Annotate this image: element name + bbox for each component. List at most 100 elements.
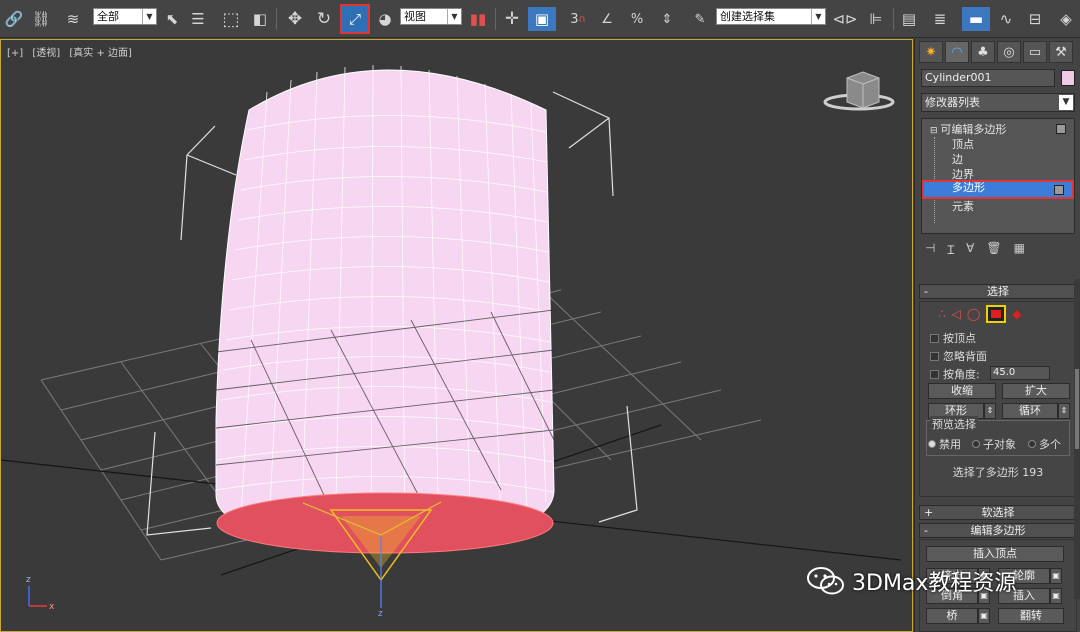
watermark: 3DMax教程资源 — [806, 565, 1016, 597]
reference-coordinate-dropdown[interactable]: 视图 ▼ — [400, 8, 462, 25]
spinner-snap-icon[interactable]: ⇕ — [654, 7, 680, 31]
command-panel-scrollbar[interactable] — [1074, 279, 1080, 599]
snaps-toggle-icon[interactable]: 3 ∩ — [565, 7, 591, 31]
align-icon[interactable]: ⊫ — [864, 7, 888, 31]
scale-icon[interactable]: ⤢ — [340, 4, 370, 34]
pivot-center-icon[interactable]: ▮▮ — [466, 7, 490, 31]
link-icon[interactable]: 🔗 — [3, 7, 25, 31]
move-icon[interactable]: ✥ — [283, 7, 307, 31]
inset-settings-icon[interactable]: ▣ — [1050, 588, 1062, 604]
modify-tab-icon[interactable]: ◠ — [945, 41, 969, 63]
ignore-backfacing-checkbox[interactable]: 忽略背面 — [930, 348, 987, 364]
unlink-icon[interactable]: ⛓ — [30, 7, 52, 31]
stack-item-toggle[interactable] — [1056, 124, 1066, 134]
axis-x-label: x — [49, 602, 55, 612]
bridge-button[interactable]: 桥 — [926, 608, 978, 624]
grow-button[interactable]: 扩大 — [1002, 383, 1070, 399]
layer-manager-icon[interactable]: ≣ — [928, 7, 952, 31]
object-name-field[interactable]: Cylinder001 — [921, 69, 1055, 87]
border-level-icon[interactable]: ◯ — [967, 307, 980, 321]
angle-snap-icon[interactable]: ∠ — [594, 7, 620, 31]
command-panel: ✷ ◠ ♣ ◎ ▭ ⚒ Cylinder001 修改器列表 ▼ ⊟ 可编辑多边形 … — [914, 39, 1080, 632]
rotate-icon[interactable]: ↻ — [313, 7, 335, 31]
selected-bottom-polygon[interactable] — [216, 492, 554, 582]
loop-button[interactable]: 循环 — [1002, 403, 1058, 419]
percent-snap-icon[interactable]: % — [624, 7, 650, 31]
bind-spacewarp-icon[interactable]: ≋ — [60, 7, 86, 31]
curve-editor-icon[interactable]: ∿ — [994, 7, 1018, 31]
hierarchy-tab-icon[interactable]: ♣ — [971, 41, 995, 63]
edit-named-selection-icon[interactable]: ✎ — [688, 7, 712, 31]
mirror-icon[interactable]: ⊲⊳ — [832, 7, 857, 31]
named-selection-sets-dropdown[interactable]: 创建选择集 ▼ — [716, 8, 826, 25]
pin-stack-icon[interactable]: ⊣ — [925, 241, 935, 259]
subobject-level-icons: ∴ ◁ ◯ ◆ — [938, 305, 1022, 323]
ribbon-toggle-icon[interactable]: ▬ — [962, 7, 990, 31]
command-panel-tabs: ✷ ◠ ♣ ◎ ▭ ⚒ — [919, 41, 1073, 63]
perspective-viewport[interactable]: [+] [透视] [真实 + 边面] z z x — [0, 39, 913, 632]
create-tab-icon[interactable]: ✷ — [919, 41, 943, 63]
preview-selection-label: 预览选择 — [930, 416, 978, 432]
show-end-result-icon[interactable]: Ɪ — [947, 241, 954, 259]
make-unique-icon[interactable]: ∀ — [966, 241, 974, 259]
rectangular-selection-icon[interactable]: ⬚ — [219, 7, 243, 31]
modifier-list-dropdown[interactable]: 修改器列表 ▼ — [921, 93, 1075, 112]
stack-item-editable-poly[interactable]: ⊟ 可编辑多边形 — [922, 122, 1074, 137]
display-tab-icon[interactable]: ▭ — [1023, 41, 1047, 63]
cylinder-mesh[interactable] — [215, 64, 555, 549]
ring-spinner[interactable]: ⇕ — [984, 403, 996, 419]
stack-item-edge[interactable]: 边 — [922, 152, 1074, 167]
stack-item-element[interactable]: 元素 — [922, 199, 1074, 214]
wechat-icon — [807, 567, 844, 595]
axis-tripod — [28, 586, 47, 607]
scene-explorer-icon[interactable]: ▤ — [898, 7, 920, 31]
flip-button[interactable]: 翻转 — [998, 608, 1064, 624]
outline-settings-icon[interactable]: ▣ — [1050, 568, 1062, 584]
soft-selection-rollout-header[interactable]: + 软选择 — [919, 505, 1077, 520]
stack-item-toggle[interactable] — [1054, 185, 1064, 195]
keyboard-shortcut-override-icon[interactable]: ▣ — [528, 7, 556, 31]
chevron-down-icon: ▼ — [811, 9, 825, 24]
scene-canvas: z z x — [1, 64, 902, 619]
stack-buttons: ⊣ Ɪ ∀ 🗑 ▦ — [925, 241, 1075, 259]
by-vertex-checkbox[interactable]: 按顶点 — [930, 330, 976, 346]
motion-tab-icon[interactable]: ◎ — [997, 41, 1021, 63]
preview-subobject-radio[interactable]: 子对象 — [972, 436, 1016, 452]
collapse-icon[interactable]: ⊟ — [930, 126, 940, 136]
stack-item-polygon[interactable]: 多边形 — [922, 180, 1074, 199]
gizmo-z-label: z — [378, 609, 383, 619]
selection-rollout-header[interactable]: - 选择 — [919, 284, 1077, 299]
chevron-down-icon: ▼ — [142, 9, 156, 24]
utilities-tab-icon[interactable]: ⚒ — [1049, 41, 1073, 63]
insert-vertex-button[interactable]: 插入顶点 — [926, 546, 1064, 562]
bridge-settings-icon[interactable]: ▣ — [978, 608, 990, 624]
remove-modifier-icon[interactable]: 🗑 — [986, 241, 1001, 259]
angle-spinner[interactable]: 45.0 — [990, 366, 1050, 380]
element-level-icon[interactable]: ◆ — [1012, 307, 1021, 321]
schematic-view-icon[interactable]: ⊟ — [1024, 7, 1046, 31]
window-crossing-icon[interactable]: ◧ — [250, 7, 270, 31]
select-object-icon[interactable]: ⬉ — [162, 7, 182, 31]
edge-level-icon[interactable]: ◁ — [952, 307, 961, 321]
selection-rollout: ∴ ◁ ◯ ◆ 按顶点 忽略背面 按角度: 45.0 收缩 扩大 环形 ⇕ 循环… — [919, 301, 1077, 497]
stack-item-vertex[interactable]: 顶点 — [922, 137, 1074, 152]
select-by-name-icon[interactable]: ☰ — [188, 7, 208, 31]
main-toolbar: 🔗 ⛓ ≋ 全部 ▼ ⬉ ☰ ⬚ ◧ ✥ ↻ ⤢ ◕ 视图 ▼ ▮▮ ✛ ▣ 3 ∩ … — [0, 0, 1080, 38]
object-color-swatch[interactable] — [1061, 70, 1075, 86]
selection-filter-dropdown[interactable]: 全部 ▼ — [93, 8, 157, 25]
edit-polygons-rollout-header[interactable]: - 编辑多边形 — [919, 523, 1077, 538]
polygon-level-icon[interactable] — [986, 305, 1007, 323]
shrink-button[interactable]: 收缩 — [928, 383, 996, 399]
viewcube[interactable] — [823, 71, 895, 111]
preview-off-radio[interactable]: 禁用 — [928, 436, 961, 452]
chevron-down-icon: ▼ — [447, 9, 461, 24]
axis-z-label: z — [26, 575, 31, 585]
configure-sets-icon[interactable]: ▦ — [1014, 241, 1025, 259]
select-and-manipulate-icon[interactable]: ✛ — [500, 7, 524, 31]
loop-spinner[interactable]: ⇕ — [1058, 403, 1070, 419]
place-icon[interactable]: ◕ — [374, 7, 396, 31]
preview-multi-radio[interactable]: 多个 — [1028, 436, 1061, 452]
material-editor-icon[interactable]: ◈ — [1054, 7, 1078, 31]
by-angle-checkbox[interactable]: 按角度: — [930, 366, 980, 382]
vertex-level-icon[interactable]: ∴ — [938, 307, 946, 321]
